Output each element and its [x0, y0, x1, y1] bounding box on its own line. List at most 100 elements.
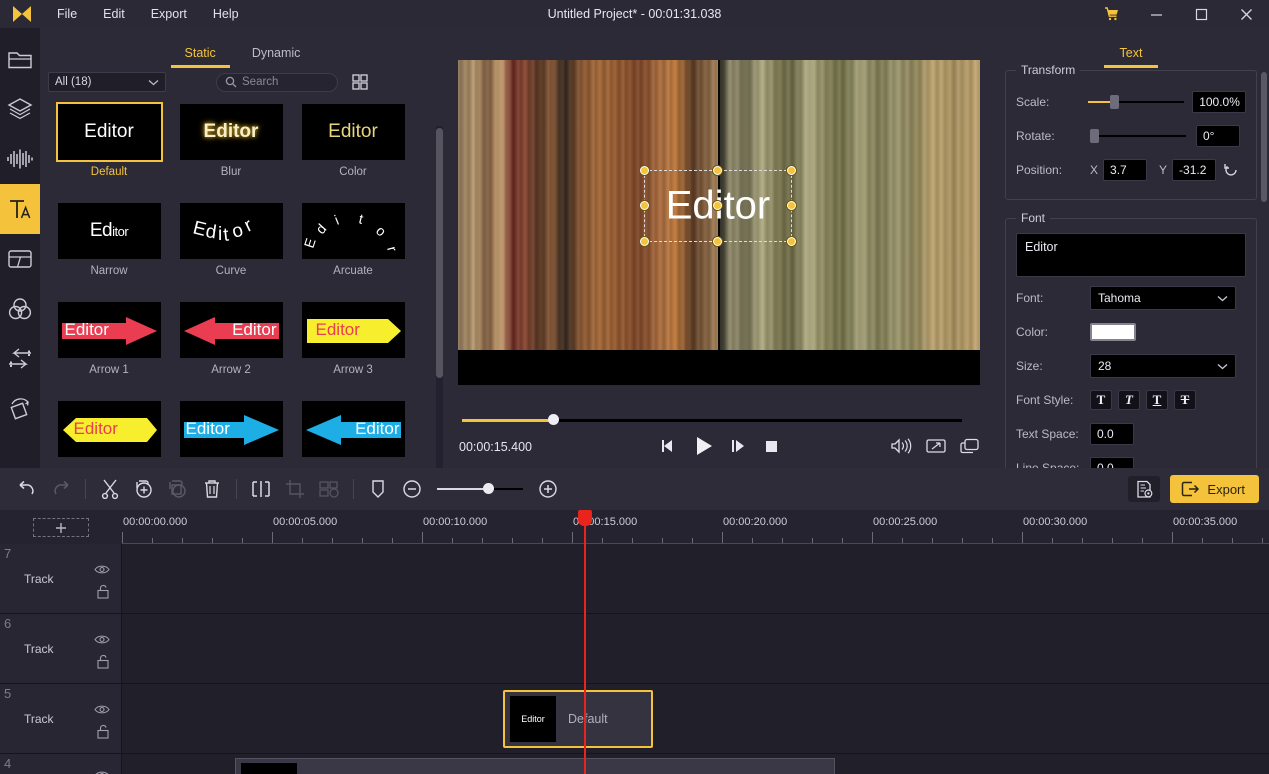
text-content-input[interactable]: Editor [1016, 233, 1246, 277]
text-overlay-selection[interactable]: Editor [640, 166, 796, 246]
track-header[interactable]: 4 [0, 754, 122, 774]
play-icon[interactable] [693, 435, 715, 457]
resize-handle-middle-right[interactable] [787, 201, 796, 210]
video-canvas[interactable]: Editor [458, 60, 980, 385]
timeline-ruler[interactable]: 00:00:00.000 00:00:05.000 00:00:10.000 0… [122, 510, 1269, 544]
trim-icon[interactable] [244, 474, 278, 504]
menu-file[interactable]: File [44, 3, 90, 25]
search-box[interactable] [216, 72, 338, 92]
track-header[interactable]: 5 Track [0, 684, 122, 753]
resize-handle-top-right[interactable] [787, 166, 796, 175]
preset-narrow[interactable]: Editor Narrow [48, 203, 170, 302]
scissors-icon[interactable] [93, 474, 127, 504]
preset-blur[interactable]: Editor Blur [170, 104, 292, 203]
duplicate-icon[interactable] [161, 474, 195, 504]
mosaic-icon[interactable] [312, 474, 346, 504]
motion-icon[interactable] [0, 384, 40, 434]
eye-icon[interactable] [94, 768, 110, 774]
preset-arrow-2[interactable]: Editor Arrow 2 [170, 302, 292, 401]
timeline-zoom-slider[interactable] [437, 482, 523, 496]
eye-icon[interactable] [94, 562, 110, 580]
preview-seekbar[interactable] [458, 413, 980, 429]
zoom-in-icon[interactable] [531, 474, 565, 504]
reset-icon[interactable] [1223, 162, 1239, 178]
track-lane[interactable]: Editor Default [122, 684, 1269, 753]
media-icon[interactable] [0, 34, 40, 84]
rotate-value[interactable]: 0° [1196, 125, 1240, 147]
font-family-select[interactable]: Tahoma [1090, 286, 1236, 310]
italic-button[interactable]: T [1118, 390, 1140, 410]
tab-text[interactable]: Text [1103, 46, 1159, 68]
timeline-clip[interactable] [235, 758, 835, 774]
rotate-handle[interactable] [713, 201, 722, 210]
resize-handle-middle-left[interactable] [640, 201, 649, 210]
preset-arrow-4[interactable]: Editor [48, 401, 170, 468]
export-button[interactable]: Export [1170, 475, 1259, 503]
prev-frame-icon[interactable] [660, 438, 677, 454]
close-icon[interactable] [1224, 0, 1269, 28]
unlock-icon[interactable] [96, 654, 110, 674]
minimize-icon[interactable] [1134, 0, 1179, 28]
menu-edit[interactable]: Edit [90, 3, 138, 25]
preset-curve[interactable]: E d i t o r Curve [170, 203, 292, 302]
add-track-button[interactable] [33, 518, 89, 537]
track-lane[interactable] [122, 544, 1269, 613]
color-circles-icon[interactable] [0, 284, 40, 334]
next-frame-icon[interactable] [731, 438, 748, 454]
preset-arrow-3[interactable]: Editor Arrow 3 [292, 302, 414, 401]
position-y-value[interactable]: -31.2 [1172, 159, 1217, 181]
tab-dynamic[interactable]: Dynamic [246, 46, 307, 68]
eye-icon[interactable] [94, 702, 110, 720]
split-screen-icon[interactable] [0, 234, 40, 284]
browser-scrollbar-thumb[interactable] [436, 128, 443, 378]
zoom-out-icon[interactable] [395, 474, 429, 504]
resize-handle-bottom-left[interactable] [640, 237, 649, 246]
category-dropdown[interactable]: All (18) [48, 72, 166, 92]
preset-arrow-6[interactable]: Editor [292, 401, 414, 468]
zoom-slider-knob[interactable] [483, 483, 494, 494]
seekbar-knob[interactable] [548, 414, 559, 425]
scale-value[interactable]: 100.0% [1192, 91, 1246, 113]
track-header[interactable]: 6 Track [0, 614, 122, 683]
properties-scrollbar-thumb[interactable] [1261, 72, 1267, 202]
unlock-icon[interactable] [96, 724, 110, 744]
resize-handle-bottom-right[interactable] [787, 237, 796, 246]
playhead[interactable] [578, 510, 592, 774]
timeline-clip[interactable]: Editor Default [503, 690, 653, 748]
menu-export[interactable]: Export [138, 3, 200, 25]
text-space-value[interactable]: 0.0 [1090, 423, 1134, 445]
redo-icon[interactable] [44, 474, 78, 504]
underline-button[interactable]: T [1146, 390, 1168, 410]
volume-icon[interactable] [890, 437, 912, 455]
resize-handle-top-center[interactable] [713, 166, 722, 175]
menu-help[interactable]: Help [200, 3, 252, 25]
eye-icon[interactable] [94, 632, 110, 650]
preset-default[interactable]: Editor Default [48, 102, 170, 203]
unlock-icon[interactable] [96, 584, 110, 604]
rotate-slider[interactable] [1090, 129, 1186, 143]
shopping-cart-icon[interactable] [1089, 0, 1134, 28]
stop-icon[interactable] [764, 439, 779, 454]
search-input[interactable] [242, 76, 328, 88]
undo-icon[interactable] [10, 474, 44, 504]
scale-slider[interactable] [1088, 95, 1185, 109]
snapshot-icon[interactable] [960, 438, 980, 454]
scale-slider-knob[interactable] [1110, 95, 1120, 109]
fullscreen-icon[interactable] [926, 438, 946, 454]
strikethrough-button[interactable]: T [1174, 390, 1196, 410]
position-x-value[interactable]: 3.7 [1103, 159, 1148, 181]
font-size-select[interactable]: 28 [1090, 354, 1236, 378]
preset-color[interactable]: Editor Color [292, 104, 414, 203]
maximize-icon[interactable] [1179, 0, 1224, 28]
bold-button[interactable]: T [1090, 390, 1112, 410]
tab-static[interactable]: Static [170, 46, 231, 68]
transitions-icon[interactable] [0, 334, 40, 384]
crop-icon[interactable] [278, 474, 312, 504]
rotate-slider-knob[interactable] [1090, 129, 1099, 143]
track-lane[interactable] [122, 614, 1269, 683]
trash-icon[interactable] [195, 474, 229, 504]
preset-arrow-5[interactable]: Editor [170, 401, 292, 468]
audio-waveform-icon[interactable] [0, 134, 40, 184]
marker-icon[interactable] [361, 474, 395, 504]
add-clip-icon[interactable] [127, 474, 161, 504]
